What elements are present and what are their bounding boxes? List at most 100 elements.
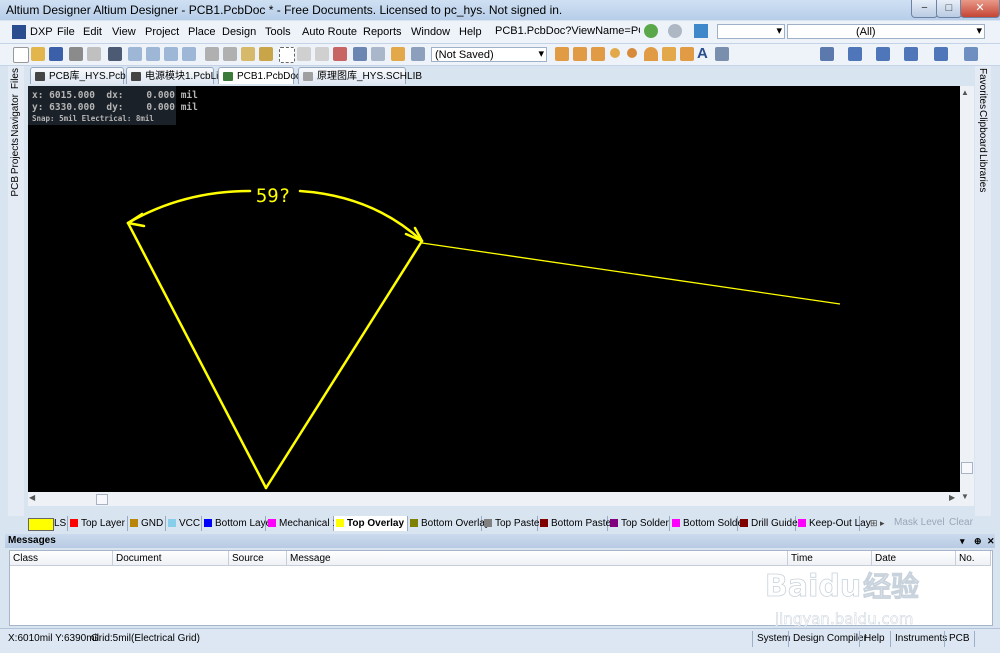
layer-tab-mechanical-1[interactable]: Mechanical 1 bbox=[266, 516, 338, 531]
zoom-fit-icon[interactable] bbox=[128, 47, 142, 61]
status-button-instruments[interactable]: Instruments bbox=[890, 631, 951, 647]
arc-icon[interactable] bbox=[644, 47, 658, 61]
scroll-left-icon[interactable]: ◀ bbox=[29, 493, 35, 502]
tab-pcb-lib[interactable]: PCB库_HYS.PcbLib bbox=[30, 67, 139, 84]
layer-tab-drill-guide[interactable]: Drill Guide bbox=[738, 516, 798, 531]
multi-route-icon[interactable] bbox=[591, 47, 605, 61]
menu-project[interactable]: Project bbox=[145, 26, 179, 38]
room-icon[interactable] bbox=[904, 47, 918, 61]
navigate-back-icon[interactable] bbox=[644, 24, 658, 38]
panel-tab-favorites[interactable]: Favorites bbox=[977, 68, 988, 109]
layer-tab-top-layer[interactable]: Top Layer bbox=[68, 516, 128, 531]
3d-view-icon[interactable] bbox=[108, 47, 122, 61]
layer-tab-keep-out-lay[interactable]: Keep-Out Lay bbox=[796, 516, 871, 531]
menu-window[interactable]: Window bbox=[411, 26, 450, 38]
diff-pair-route-icon[interactable] bbox=[573, 47, 587, 61]
menu-edit[interactable]: Edit bbox=[83, 26, 102, 38]
document-path-field[interactable]: PCB1.PcbDoc?ViewName=PCBE bbox=[492, 24, 640, 39]
cut-icon[interactable] bbox=[205, 47, 219, 61]
column-header-class[interactable]: Class bbox=[10, 551, 113, 566]
status-button-help[interactable]: Help bbox=[859, 631, 889, 647]
pad-icon[interactable] bbox=[610, 48, 620, 58]
status-button-pcb[interactable]: PCB bbox=[944, 631, 975, 647]
zoom-selected-icon[interactable] bbox=[164, 47, 178, 61]
panel-tab-clipboard[interactable]: Clipboard bbox=[977, 110, 988, 153]
pcb-canvas[interactable]: x: 6015.000 dx: 0.000 mil y: 6330.000 dy… bbox=[28, 86, 960, 492]
column-header-source[interactable]: Source bbox=[229, 551, 287, 566]
layer-tab-top-paste[interactable]: Top Paste bbox=[482, 516, 539, 531]
menu-dxp[interactable]: DXP bbox=[30, 26, 53, 38]
string-icon[interactable]: A bbox=[697, 45, 708, 62]
zoom-filtered-icon[interactable] bbox=[182, 47, 196, 61]
align-icon[interactable] bbox=[820, 47, 834, 61]
browse-components-icon[interactable] bbox=[411, 47, 425, 61]
menu-auto-route[interactable]: Auto Route bbox=[302, 26, 357, 38]
clear-filter-icon[interactable] bbox=[333, 47, 347, 61]
panel-menu-icon[interactable]: ▾ bbox=[960, 534, 965, 548]
vertical-scrollbar[interactable]: ▲ ▼ bbox=[960, 86, 974, 506]
saved-state-dropdown[interactable]: (Not Saved) ▾ bbox=[431, 47, 547, 62]
new-document-icon[interactable] bbox=[13, 47, 29, 63]
print-icon[interactable] bbox=[69, 47, 83, 61]
tab-sch-lib[interactable]: 原理图库_HYS.SCHLIB bbox=[298, 67, 422, 84]
column-header-message[interactable]: Message bbox=[287, 551, 788, 566]
grid-icon[interactable] bbox=[964, 47, 978, 61]
select-tools-icon[interactable] bbox=[848, 47, 862, 61]
minimize-button[interactable]: − bbox=[911, 0, 938, 18]
scroll-up-icon[interactable]: ▲ bbox=[961, 88, 969, 97]
interactive-route-icon[interactable] bbox=[555, 47, 569, 61]
move-icon[interactable] bbox=[297, 47, 311, 61]
clear-button[interactable]: Clear bbox=[949, 517, 973, 528]
menu-tools[interactable]: Tools bbox=[265, 26, 291, 38]
maximize-button[interactable]: □ bbox=[936, 0, 962, 18]
select-area-icon[interactable] bbox=[279, 47, 295, 63]
panel-pin-icon[interactable]: ⊕ bbox=[974, 534, 982, 548]
component-placement-icon[interactable] bbox=[934, 47, 948, 61]
menu-view[interactable]: View bbox=[112, 26, 136, 38]
panel-tab-libraries[interactable]: Libraries bbox=[977, 154, 988, 192]
panel-tab-navigator[interactable]: Navigator bbox=[10, 94, 21, 137]
component-filter-dropdown[interactable]: ▾ bbox=[717, 24, 785, 39]
layer-tab-gnd[interactable]: GND bbox=[128, 516, 166, 531]
tab-pcb-doc[interactable]: PCB1.PcbDoc * bbox=[218, 67, 308, 84]
scroll-down-icon[interactable]: ▼ bbox=[961, 492, 969, 501]
panel-tab-files[interactable]: Files bbox=[10, 68, 21, 89]
menu-place[interactable]: Place bbox=[188, 26, 216, 38]
horizontal-scrollbar[interactable]: ◀ ▶ bbox=[28, 492, 960, 506]
layer-tab-bottom-overlay[interactable]: Bottom Overlay bbox=[408, 516, 490, 531]
horizontal-scroll-thumb[interactable] bbox=[96, 494, 108, 505]
navigate-forward-icon[interactable] bbox=[668, 24, 682, 38]
current-layer-color-swatch[interactable] bbox=[28, 518, 54, 531]
layer-tab-bottom-paste[interactable]: Bottom Paste bbox=[538, 516, 611, 531]
mask-level-button[interactable]: Mask Level bbox=[894, 517, 945, 528]
panel-tab-projects[interactable]: Projects bbox=[10, 138, 21, 174]
menu-help[interactable]: Help bbox=[459, 26, 482, 38]
layer-set-button[interactable]: LS bbox=[52, 516, 68, 531]
deselect-icon[interactable] bbox=[315, 47, 329, 61]
dimension-icon[interactable] bbox=[876, 47, 890, 61]
redo-icon[interactable] bbox=[371, 47, 385, 61]
layer-scroll-arrows-icon[interactable]: ⊞ ▸ bbox=[870, 518, 885, 529]
highlight-icon[interactable] bbox=[391, 47, 405, 61]
polygon-pour-icon[interactable] bbox=[680, 47, 694, 61]
column-header-document[interactable]: Document bbox=[113, 551, 229, 566]
zoom-area-icon[interactable] bbox=[146, 47, 160, 61]
open-folder-icon[interactable] bbox=[31, 47, 45, 61]
layer-tab-vcc[interactable]: VCC bbox=[166, 516, 202, 531]
rubber-stamp-icon[interactable] bbox=[259, 47, 273, 61]
fill-icon[interactable] bbox=[662, 47, 676, 61]
scope-filter-dropdown[interactable]: (All) ▾ bbox=[787, 24, 985, 39]
print-preview-icon[interactable] bbox=[87, 47, 101, 61]
home-icon[interactable] bbox=[694, 24, 708, 38]
layer-tab-bottom-solder[interactable]: Bottom Solder bbox=[670, 516, 746, 531]
copy-icon[interactable] bbox=[223, 47, 237, 61]
tab-power-module-lib[interactable]: 电源模块1.PcbLib bbox=[126, 67, 224, 84]
paste-icon[interactable] bbox=[241, 47, 255, 61]
menu-file[interactable]: File bbox=[57, 26, 75, 38]
layer-tab-top-overlay[interactable]: Top Overlay bbox=[334, 516, 408, 531]
close-button[interactable]: ✕ bbox=[960, 0, 1000, 18]
menu-reports[interactable]: Reports bbox=[363, 26, 402, 38]
save-icon[interactable] bbox=[49, 47, 63, 61]
layer-tab-bottom-layer[interactable]: Bottom Layer bbox=[202, 516, 274, 531]
coordinate-icon[interactable] bbox=[715, 47, 729, 61]
